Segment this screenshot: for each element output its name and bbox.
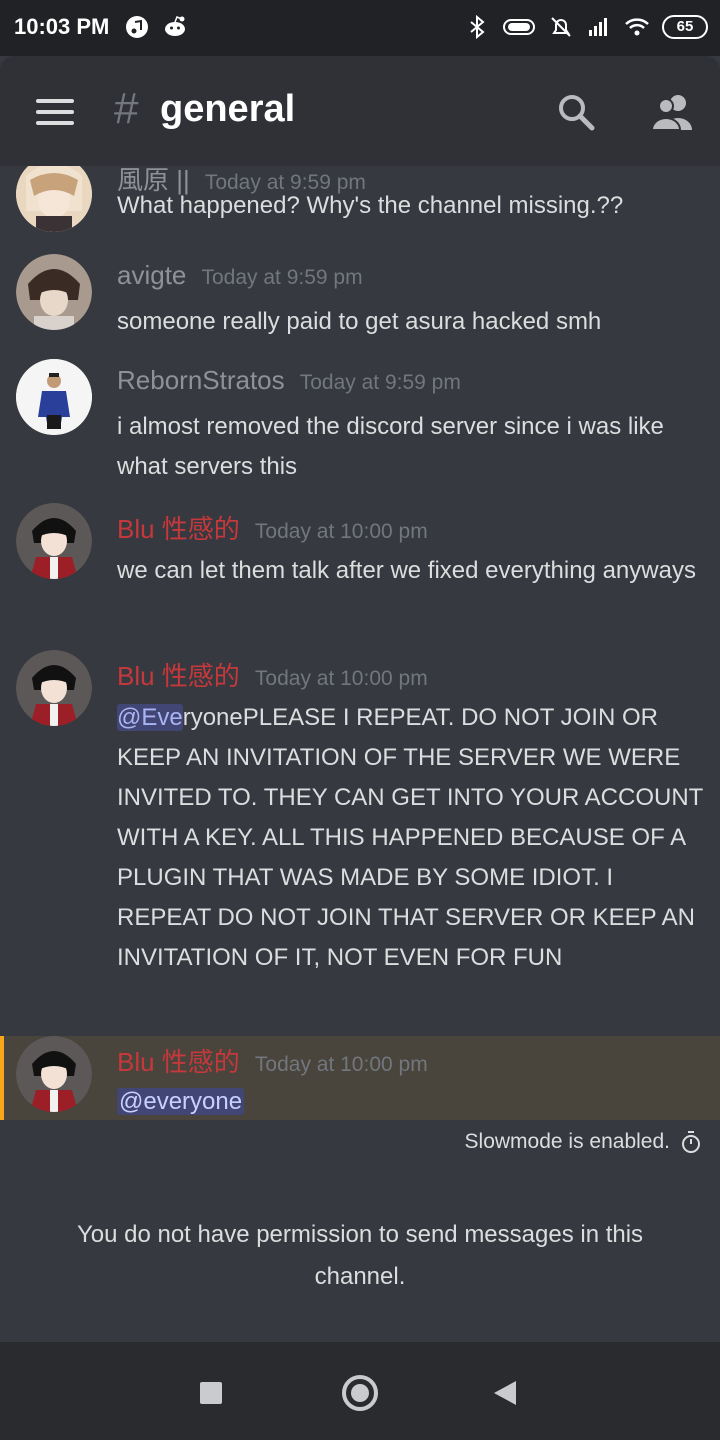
channel-header: # general — [0, 56, 720, 166]
status-time: 10:03 PM — [14, 14, 110, 39]
slowmode-notice: Slowmode is enabled. — [465, 1130, 702, 1154]
everyone-mention[interactable]: @everyone — [117, 1088, 245, 1115]
message-author[interactable]: Blu 性感的 — [117, 1047, 240, 1077]
message-timestamp: Today at 10:00 pm — [254, 1053, 428, 1076]
message-author[interactable]: RebornStratos — [117, 365, 285, 395]
message-text: we can let them talk after we fixed ever… — [117, 557, 696, 584]
vibrate-icon — [503, 19, 535, 35]
no-permission-notice: You do not have permission to send messa… — [76, 1221, 644, 1290]
channel-hash-icon: # — [114, 84, 139, 133]
back-icon[interactable] — [494, 1381, 516, 1405]
message-text: @EveryonePLEASE I REPEAT. DO NOT JOIN OR… — [117, 698, 707, 978]
channel-name: general — [160, 88, 296, 130]
wifi-icon — [625, 18, 649, 36]
signal-icon — [589, 18, 607, 36]
avatar[interactable] — [16, 1036, 92, 1112]
message-text: What happened? Why's the channel missing… — [117, 192, 624, 219]
slowmode-text: Slowmode is enabled. — [464, 1130, 670, 1153]
reddit-icon — [165, 16, 185, 36]
avatar[interactable] — [16, 254, 92, 330]
message-author[interactable]: Blu 性感的 — [117, 514, 240, 544]
message-text: i almost removed the discord server sinc… — [117, 413, 664, 480]
message-author[interactable]: Blu 性感的 — [117, 661, 240, 691]
mention-highlight[interactable]: @Eve — [117, 704, 183, 731]
avatar[interactable] — [16, 359, 92, 435]
message-text: @everyone — [117, 1082, 707, 1120]
mention-rest: ryone — [182, 704, 243, 731]
bluetooth-icon — [470, 14, 485, 40]
message-text-body: PLEASE I REPEAT. DO NOT JOIN OR KEEP AN … — [117, 704, 703, 971]
timer-icon — [682, 1131, 700, 1153]
avatar[interactable] — [16, 650, 92, 726]
system-nav-bar — [0, 1342, 720, 1440]
status-bar: 10:03 PM 65 — [0, 0, 720, 56]
message-text: someone really paid to get asura hacked … — [117, 308, 602, 335]
recent-apps-icon[interactable] — [200, 1382, 222, 1404]
message-author[interactable]: avigte — [117, 260, 186, 290]
home-icon[interactable] — [342, 1375, 378, 1411]
message-timestamp: Today at 10:00 pm — [254, 667, 428, 690]
avatar[interactable] — [16, 166, 92, 232]
avatar[interactable] — [16, 503, 92, 579]
menu-icon[interactable] — [36, 99, 74, 125]
music-app-icon — [126, 16, 148, 38]
message-timestamp: Today at 9:59 pm — [201, 266, 363, 289]
silent-bell-icon — [551, 17, 571, 37]
message-timestamp: Today at 10:00 pm — [254, 520, 428, 543]
search-icon[interactable] — [556, 92, 596, 132]
message-timestamp: Today at 9:59 pm — [299, 371, 461, 394]
message-list[interactable]: 風原 || Today at 9:59 pm What happened? Wh… — [0, 166, 720, 1120]
members-icon[interactable] — [648, 92, 696, 132]
battery-icon: 65 — [662, 15, 708, 39]
